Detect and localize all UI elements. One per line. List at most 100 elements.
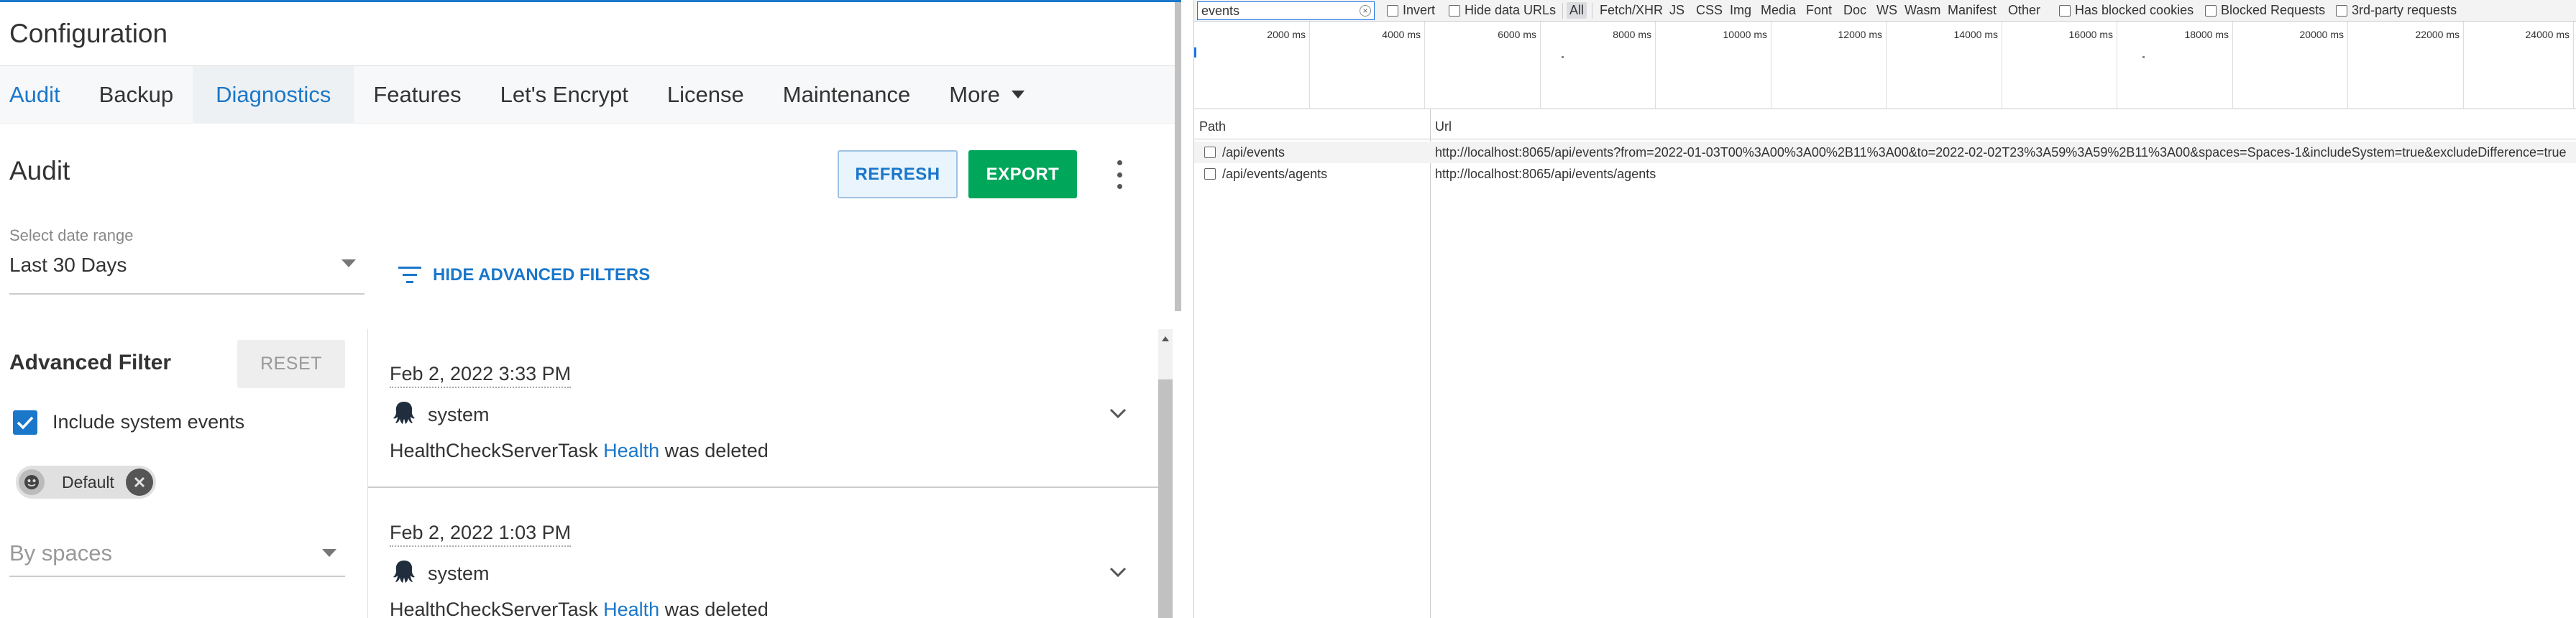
space-chip-default[interactable]: Default — [16, 466, 156, 499]
scroll-up-icon[interactable] — [1162, 336, 1169, 341]
timeline-tick-label: 18000 ms — [2184, 29, 2229, 40]
tab-more-label: More — [949, 81, 1000, 107]
page-title: Configuration — [9, 19, 168, 48]
type-filter-manifest[interactable]: Manifest — [1945, 2, 1999, 19]
type-filter-doc[interactable]: Doc — [1841, 2, 1869, 19]
type-filter-css[interactable]: CSS — [1693, 2, 1725, 19]
section-title: Audit — [9, 156, 70, 185]
filter-input-value: events — [1201, 3, 1240, 18]
tab-audit[interactable]: Audit — [0, 66, 80, 124]
timeline-request-marker — [1194, 47, 1196, 57]
event-description: HealthCheckServerTask Health was deleted — [390, 440, 769, 461]
clear-filter-icon[interactable]: × — [1360, 5, 1371, 17]
caret-down-icon — [1011, 91, 1025, 98]
request-path: /api/events — [1222, 145, 1285, 160]
caret-down-icon — [342, 259, 356, 267]
timeline-tick-label: 12000 ms — [1838, 29, 1882, 40]
network-filter-bar: events × Invert Hide data URLs All Fetch… — [1194, 0, 2576, 22]
remove-chip-icon[interactable] — [125, 469, 153, 496]
include-system-events-checkbox[interactable] — [13, 410, 37, 435]
request-row-checkbox[interactable] — [1204, 168, 1216, 180]
app-header: Configuration — [0, 2, 1181, 66]
timeline-tick-label: 10000 ms — [1723, 29, 1767, 40]
refresh-button[interactable]: REFRESH — [838, 150, 958, 198]
more-options-icon[interactable] — [1111, 160, 1128, 189]
audit-header: Audit REFRESH EXPORT — [0, 126, 1165, 212]
date-range-label: Select date range — [9, 226, 134, 244]
event-user: system — [428, 404, 490, 425]
date-range-select[interactable]: Select date range Last 30 Days — [9, 226, 365, 295]
audit-event-list: Feb 2, 2022 3:33 PM system HealthCheckSe… — [367, 329, 1158, 618]
has-blocked-cookies-checkbox[interactable]: Has blocked cookies — [2059, 3, 2194, 18]
column-header-url[interactable]: Url — [1435, 119, 1452, 134]
event-timestamp[interactable]: Feb 2, 2022 1:03 PM — [390, 522, 572, 547]
space-chip-label: Default — [62, 472, 114, 492]
window-scrollbar[interactable] — [1175, 2, 1181, 311]
column-divider[interactable] — [1430, 109, 1431, 618]
expand-chevron-icon[interactable] — [1109, 407, 1127, 423]
type-filter-media[interactable]: Media — [1758, 2, 1799, 19]
request-row[interactable]: /api/events/agents http://localhost:8065… — [1194, 163, 2576, 185]
timeline-tick-label: 22000 ms — [2415, 29, 2460, 40]
request-url: http://localhost:8065/api/events/agents — [1435, 167, 1656, 181]
type-filter-all[interactable]: All — [1567, 2, 1587, 19]
scrollbar-thumb[interactable] — [1158, 379, 1173, 618]
event-timestamp[interactable]: Feb 2, 2022 3:33 PM — [390, 363, 572, 388]
audit-event-row[interactable]: Feb 2, 2022 1:03 PM system HealthCheckSe… — [368, 488, 1158, 618]
advanced-filter-panel: Advanced Filter RESET Include system eve… — [0, 329, 367, 618]
timeline-request-marker — [2142, 56, 2145, 58]
network-filter-input[interactable]: events × — [1197, 1, 1375, 20]
type-filter-ws[interactable]: WS — [1874, 2, 1900, 19]
tab-license[interactable]: License — [648, 66, 764, 124]
type-filter-img[interactable]: Img — [1727, 2, 1754, 19]
blocked-requests-checkbox[interactable]: Blocked Requests — [2205, 3, 2325, 18]
request-path: /api/events/agents — [1222, 167, 1328, 181]
column-header-path[interactable]: Path — [1199, 119, 1226, 134]
request-row[interactable]: /api/events http://localhost:8065/api/ev… — [1194, 142, 2576, 163]
timeline-tick-label: 14000 ms — [1953, 29, 1998, 40]
export-button[interactable]: EXPORT — [968, 150, 1077, 198]
octopus-user-icon — [392, 400, 416, 428]
event-link[interactable]: Health — [603, 599, 659, 618]
expand-chevron-icon[interactable] — [1109, 566, 1127, 582]
type-filter-js[interactable]: JS — [1667, 2, 1687, 19]
spaces-select[interactable]: By spaces — [9, 530, 345, 577]
timeline-tick-label: 6000 ms — [1498, 29, 1536, 40]
network-overview-timeline[interactable]: 2000 ms 4000 ms 6000 ms 8000 ms 10000 ms… — [1194, 22, 2576, 109]
type-filter-font[interactable]: Font — [1803, 2, 1835, 19]
timeline-tick-label: 24000 ms — [2525, 29, 2570, 40]
tab-diagnostics[interactable]: Diagnostics — [193, 65, 354, 124]
request-row-checkbox[interactable] — [1204, 147, 1216, 158]
event-link[interactable]: Health — [603, 440, 659, 461]
config-tabs: Audit Backup Diagnostics Features Let's … — [0, 65, 1181, 124]
event-description: HealthCheckServerTask Health was deleted — [390, 599, 769, 618]
type-filter-wasm[interactable]: Wasm — [1902, 2, 1943, 19]
filter-list-icon — [398, 267, 421, 283]
reset-button[interactable]: RESET — [237, 340, 345, 388]
tab-backup[interactable]: Backup — [80, 66, 193, 124]
timeline-request-marker — [1562, 56, 1564, 58]
type-filter-fetch-xhr[interactable]: Fetch/XHR — [1597, 2, 1666, 19]
event-list-scrollbar[interactable] — [1158, 329, 1173, 618]
request-url: http://localhost:8065/api/events?from=20… — [1435, 145, 2567, 160]
octopus-user-icon — [392, 559, 416, 587]
hide-data-urls-checkbox[interactable]: Hide data URLs — [1449, 3, 1556, 18]
timeline-tick-label: 2000 ms — [1267, 29, 1306, 40]
request-table-header: Path Url — [1194, 115, 2576, 139]
audit-event-row[interactable]: Feb 2, 2022 3:33 PM system HealthCheckSe… — [368, 329, 1158, 488]
spaces-placeholder: By spaces — [9, 540, 113, 566]
hide-advanced-filters-button[interactable]: HIDE ADVANCED FILTERS — [397, 264, 650, 286]
octopus-app: Configuration Audit Backup Diagnostics F… — [0, 0, 1181, 618]
third-party-requests-checkbox[interactable]: 3rd-party requests — [2336, 3, 2457, 18]
tab-more[interactable]: More — [930, 66, 1044, 124]
tab-maintenance[interactable]: Maintenance — [764, 66, 930, 124]
tab-features[interactable]: Features — [354, 66, 480, 124]
tab-lets-encrypt[interactable]: Let's Encrypt — [481, 66, 648, 124]
check-icon — [17, 416, 34, 430]
hide-advanced-filters-label: HIDE ADVANCED FILTERS — [433, 265, 651, 285]
timeline-tick-label: 8000 ms — [1613, 29, 1651, 40]
space-logo-icon — [19, 469, 45, 495]
timeline-tick-label: 16000 ms — [2068, 29, 2113, 40]
type-filter-other[interactable]: Other — [2005, 2, 2043, 19]
invert-checkbox[interactable]: Invert — [1387, 3, 1435, 18]
